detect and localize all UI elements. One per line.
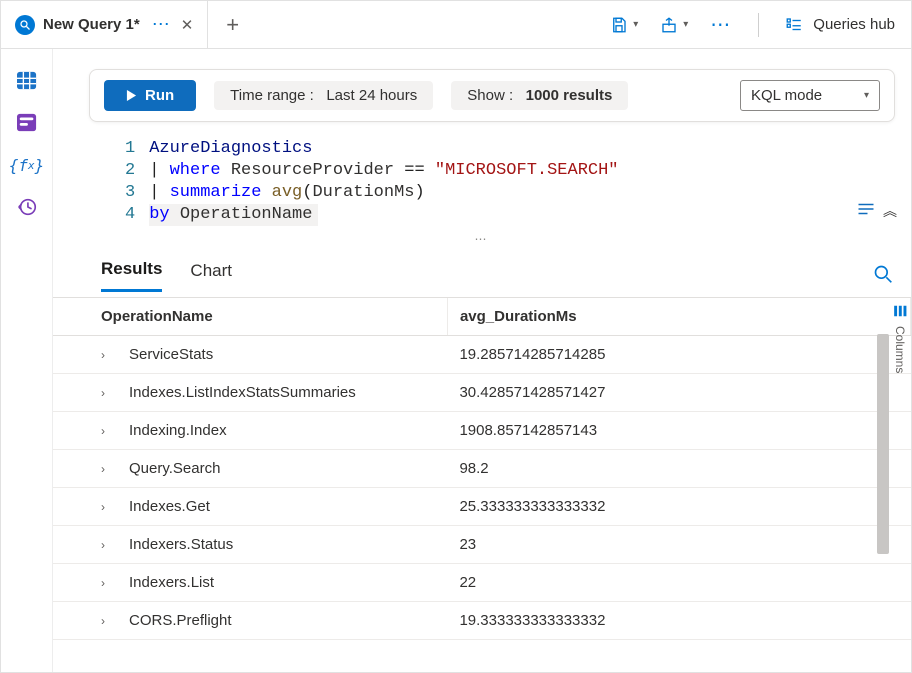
- collapse-editor-icon[interactable]: ︽: [883, 202, 897, 224]
- log-analytics-icon: [15, 15, 35, 35]
- table-row[interactable]: › Indexers.List 22: [53, 564, 911, 602]
- queries-hub-button[interactable]: Queries hub: [785, 16, 895, 34]
- cell-avg-durationms: 19.285714285714285: [447, 336, 910, 374]
- query-toolbar: Run Time range : Last 24 hours Show : 10…: [89, 69, 895, 122]
- cell-operationname: Indexes.ListIndexStatsSummaries: [129, 384, 356, 401]
- save-button[interactable]: ▾: [610, 16, 638, 34]
- column-header-operationname[interactable]: OperationName: [53, 298, 447, 336]
- run-button-label: Run: [145, 87, 174, 104]
- expand-row-icon[interactable]: ›: [101, 462, 113, 476]
- mode-selector[interactable]: KQL mode ▾: [740, 80, 880, 111]
- results-table: OperationName avg_DurationMs › ServiceSta…: [53, 298, 911, 640]
- cell-avg-durationms: 1908.857142857143: [447, 412, 910, 450]
- expand-row-icon[interactable]: ›: [101, 614, 113, 628]
- results-table-wrapper[interactable]: OperationName avg_DurationMs › ServiceSta…: [53, 298, 911, 672]
- kql-editor[interactable]: 1234 AzureDiagnostics | where ResourcePr…: [53, 132, 911, 230]
- table-row[interactable]: › Indexing.Index 1908.857142857143: [53, 412, 911, 450]
- queries-rail-icon[interactable]: [13, 111, 41, 135]
- chevron-down-icon: ▾: [633, 19, 638, 30]
- cell-avg-durationms: 25.333333333333332: [447, 488, 910, 526]
- time-range-picker[interactable]: Time range : Last 24 hours: [214, 81, 433, 110]
- history-rail-icon[interactable]: [13, 195, 41, 219]
- expand-row-icon[interactable]: ›: [101, 500, 113, 514]
- table-row[interactable]: › Indexes.Get 25.333333333333332: [53, 488, 911, 526]
- new-tab-button[interactable]: +: [216, 12, 249, 38]
- cell-operationname: Indexers.Status: [129, 536, 233, 553]
- results-pane: Results Chart OperationName avg_Duration…: [53, 254, 911, 672]
- share-button[interactable]: ▾: [660, 16, 688, 34]
- cell-operationname: ServiceStats: [129, 346, 213, 363]
- close-tab-icon[interactable]: ✕: [181, 16, 194, 34]
- code-content: AzureDiagnostics | where ResourceProvide…: [149, 138, 618, 226]
- table-row[interactable]: › Query.Search 98.2: [53, 450, 911, 488]
- cell-operationname: Indexers.List: [129, 574, 214, 591]
- cell-operationname: CORS.Preflight: [129, 612, 232, 629]
- cell-avg-durationms: 30.428571428571427: [447, 374, 910, 412]
- results-tab-strip: Results Chart: [53, 254, 911, 298]
- cell-avg-durationms: 22: [447, 564, 910, 602]
- left-nav-rail: {fx}: [1, 49, 53, 672]
- word-wrap-icon[interactable]: [857, 202, 875, 216]
- editor-right-actions: ︽: [857, 202, 897, 224]
- query-editor-window: New Query 1* ⋯ ✕ + ▾ ▾ ⋯ Queries hub: [0, 0, 912, 673]
- tab-chart[interactable]: Chart: [190, 261, 232, 291]
- line-gutter: 1234: [125, 138, 149, 226]
- queries-hub-label: Queries hub: [813, 16, 895, 33]
- cell-operationname: Indexing.Index: [129, 422, 227, 439]
- topbar-overflow-menu[interactable]: ⋯: [710, 12, 732, 37]
- table-row[interactable]: › ServiceStats 19.285714285714285: [53, 336, 911, 374]
- expand-row-icon[interactable]: ›: [101, 348, 113, 362]
- pane-resize-handle[interactable]: ⋯: [53, 230, 911, 248]
- table-row[interactable]: › CORS.Preflight 19.333333333333332: [53, 602, 911, 640]
- columns-panel-toggle[interactable]: Columns: [889, 298, 911, 672]
- topbar-actions: ▾ ▾ ⋯ Queries hub: [610, 12, 895, 37]
- cell-avg-durationms: 19.333333333333332: [447, 602, 910, 640]
- cell-operationname: Query.Search: [129, 460, 220, 477]
- table-row[interactable]: › Indexes.ListIndexStatsSummaries 30.42857…: [53, 374, 911, 412]
- query-tab[interactable]: New Query 1* ⋯ ✕: [1, 1, 208, 48]
- table-row[interactable]: › Indexers.Status 23: [53, 526, 911, 564]
- run-button[interactable]: Run: [104, 80, 196, 111]
- cell-operationname: Indexes.Get: [129, 498, 210, 515]
- expand-row-icon[interactable]: ›: [101, 386, 113, 400]
- scrollbar-thumb[interactable]: [877, 334, 889, 554]
- expand-row-icon[interactable]: ›: [101, 424, 113, 438]
- functions-rail-icon[interactable]: {fx}: [13, 153, 41, 177]
- top-tab-strip: New Query 1* ⋯ ✕ + ▾ ▾ ⋯ Queries hub: [1, 1, 911, 49]
- tab-title: New Query 1*: [43, 16, 140, 33]
- show-limit-picker[interactable]: Show : 1000 results: [451, 81, 628, 110]
- tab-overflow-menu-icon[interactable]: ⋯: [152, 14, 171, 35]
- column-header-avg-durationms[interactable]: avg_DurationMs: [447, 298, 910, 336]
- chevron-down-icon: ▾: [864, 90, 869, 101]
- cell-avg-durationms: 98.2: [447, 450, 910, 488]
- search-results-icon[interactable]: [873, 264, 893, 287]
- expand-row-icon[interactable]: ›: [101, 576, 113, 590]
- cell-avg-durationms: 23: [447, 526, 910, 564]
- expand-row-icon[interactable]: ›: [101, 538, 113, 552]
- chevron-down-icon: ▾: [683, 19, 688, 30]
- tab-results[interactable]: Results: [101, 259, 162, 292]
- tables-rail-icon[interactable]: [13, 69, 41, 93]
